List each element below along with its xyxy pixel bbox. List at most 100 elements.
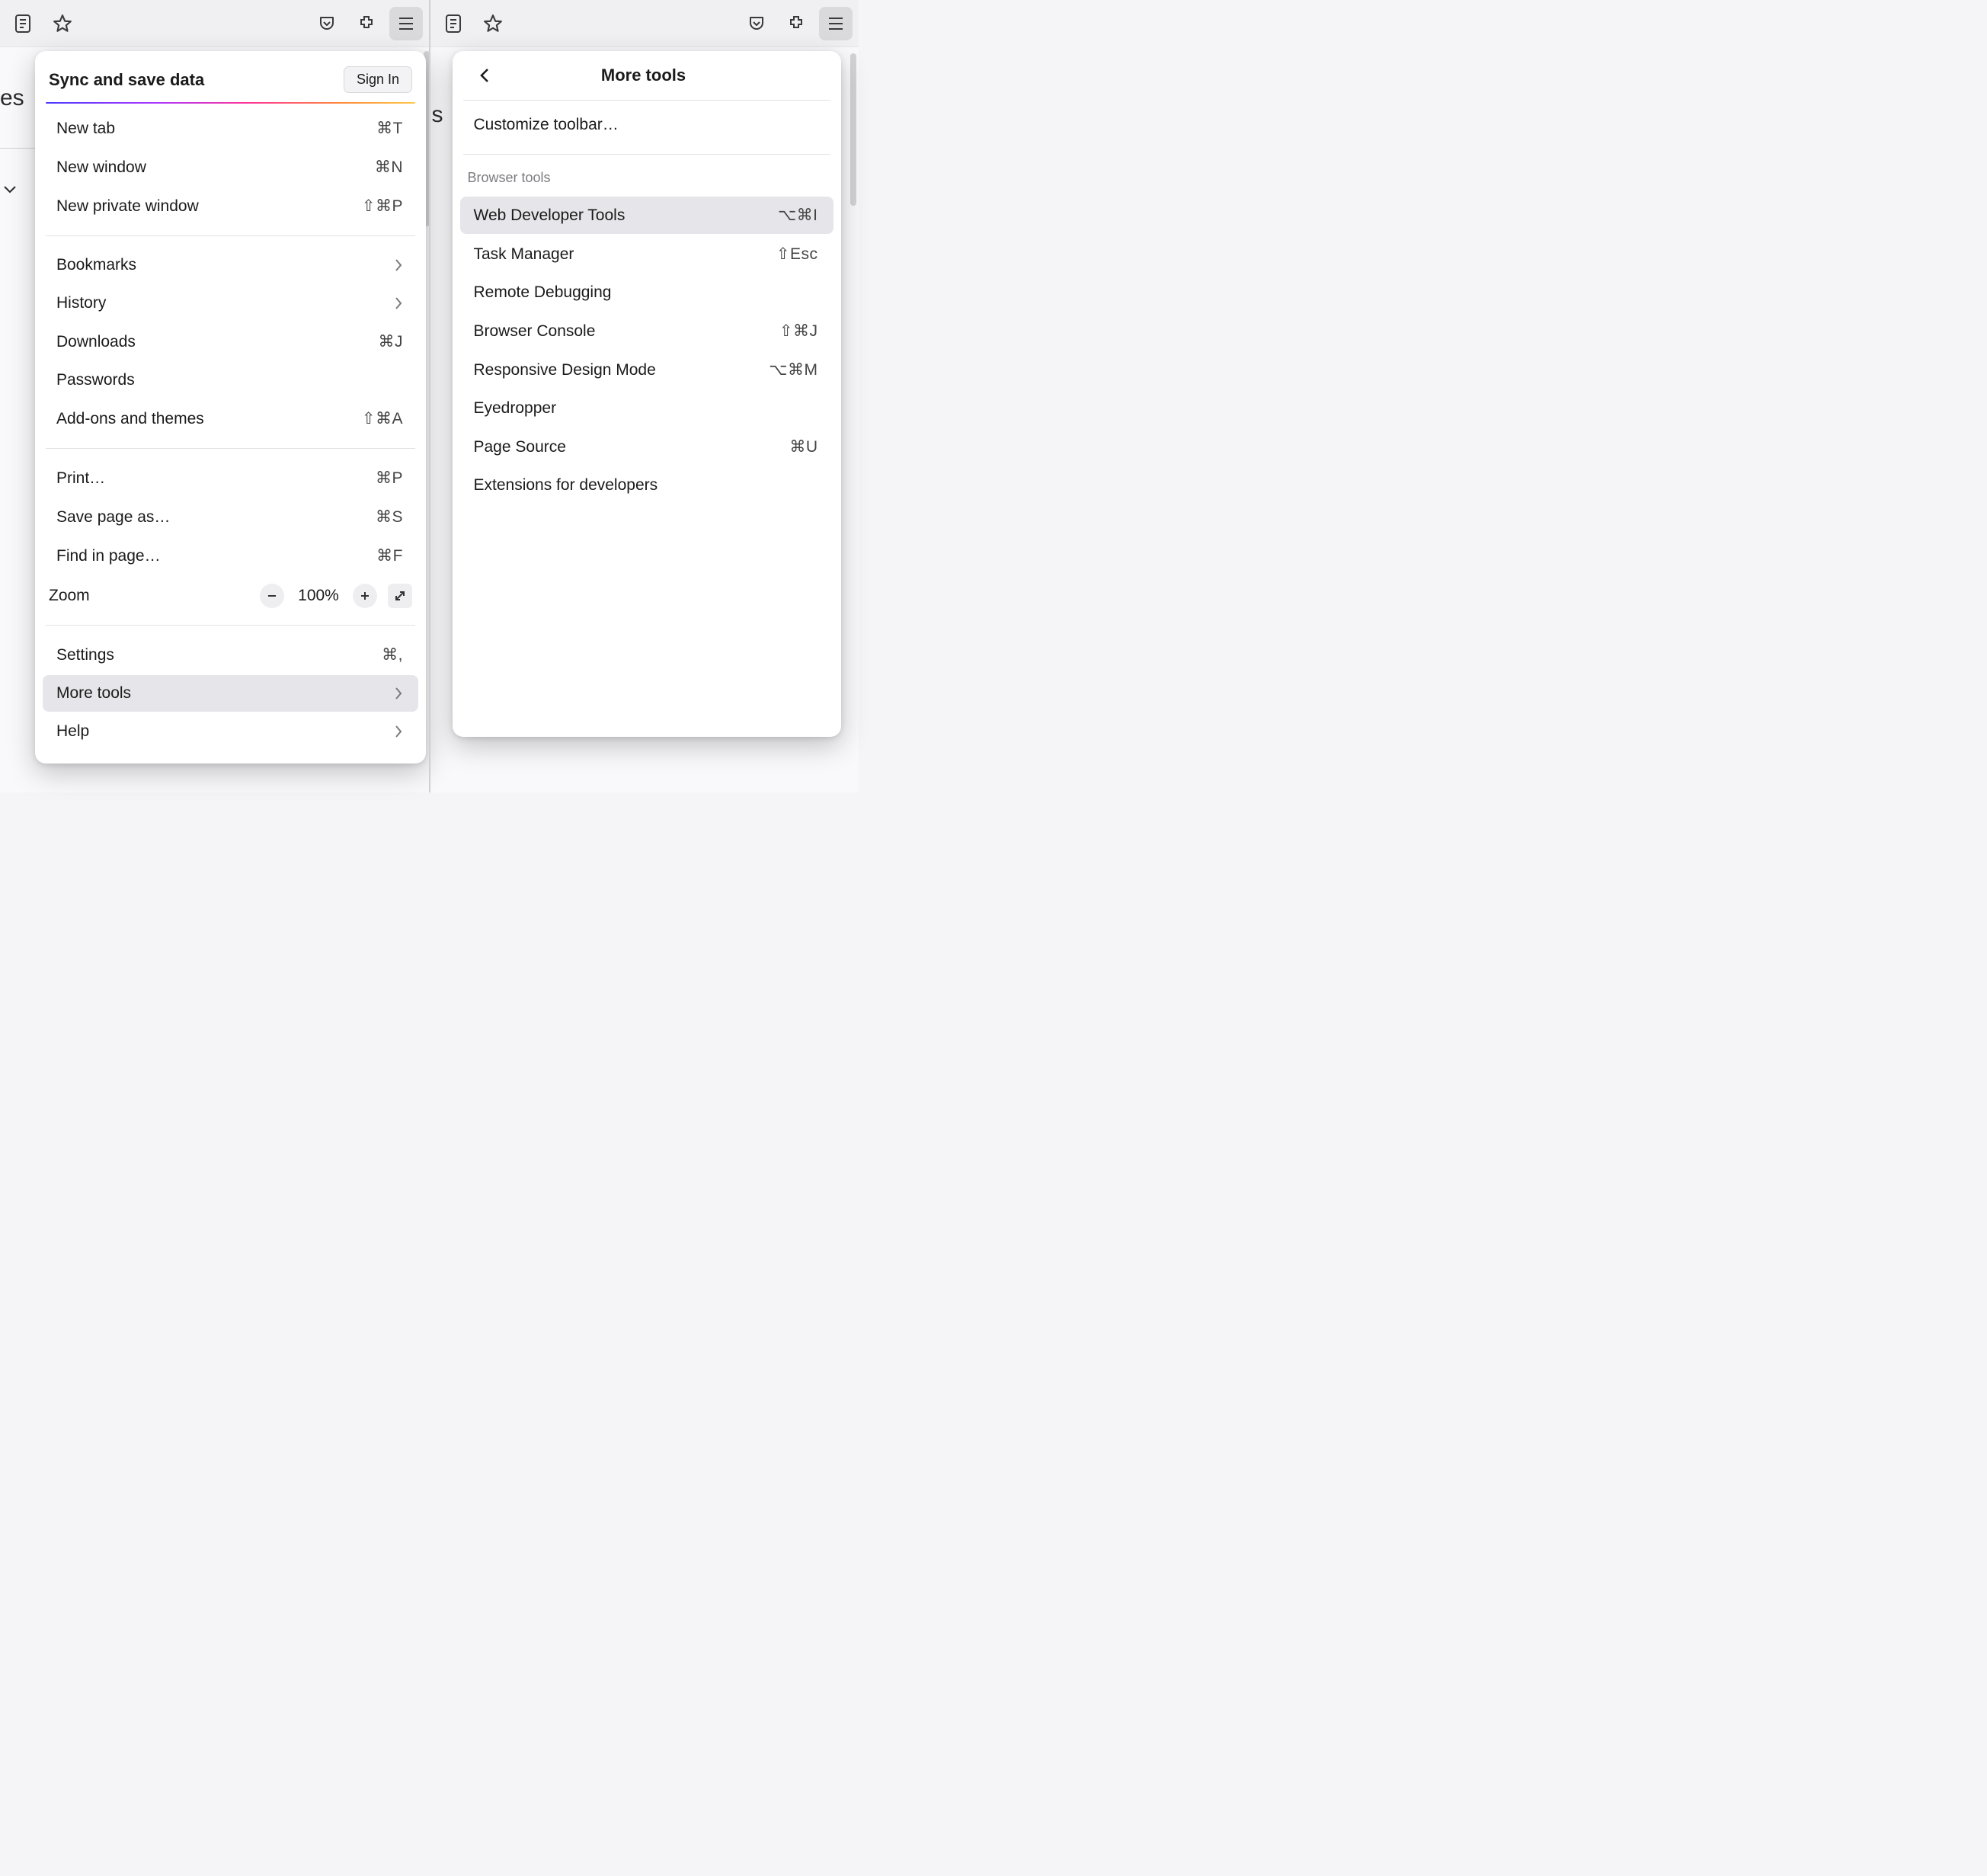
menu-separator	[46, 235, 415, 236]
submenu-title: More tools	[497, 66, 791, 85]
pocket-icon[interactable]	[310, 7, 344, 40]
menu-item-label: Eyedropper	[474, 399, 818, 418]
reader-view-icon[interactable]	[6, 7, 40, 40]
menu-responsive-design-mode[interactable]: Responsive Design Mode ⌥⌘M	[460, 351, 834, 389]
shortcut-text: ⌘S	[376, 507, 403, 527]
pocket-icon[interactable]	[740, 7, 773, 40]
shortcut-text: ⌥⌘M	[769, 360, 818, 379]
background-text-fragment: es	[0, 85, 24, 111]
bookmark-star-icon[interactable]	[476, 7, 510, 40]
menu-new-window[interactable]: New window ⌘N	[43, 149, 418, 186]
shortcut-text: ⌘P	[376, 469, 403, 488]
hamburger-menu-icon[interactable]	[819, 7, 853, 40]
shortcut-text: ⌘U	[789, 437, 818, 456]
bookmark-star-icon[interactable]	[46, 7, 79, 40]
zoom-in-button[interactable]	[353, 584, 377, 608]
sign-in-button[interactable]: Sign In	[344, 66, 412, 93]
fullscreen-button[interactable]	[388, 584, 412, 608]
chevron-right-icon	[394, 725, 403, 738]
menu-remote-debugging[interactable]: Remote Debugging	[460, 274, 834, 311]
background-chevron-icon	[3, 184, 17, 194]
menu-item-label: New private window	[56, 197, 362, 216]
menu-task-manager[interactable]: Task Manager ⇧Esc	[460, 235, 834, 273]
menu-item-label: Find in page…	[56, 547, 376, 565]
shortcut-text: ⇧⌘J	[779, 322, 818, 341]
shortcut-text: ⌘F	[376, 546, 403, 565]
menu-item-label: Task Manager	[474, 245, 776, 264]
menu-downloads[interactable]: Downloads ⌘J	[43, 323, 418, 360]
browser-toolbar-right	[430, 0, 859, 47]
menu-browser-console[interactable]: Browser Console ⇧⌘J	[460, 312, 834, 350]
chevron-right-icon	[394, 296, 403, 310]
menu-item-label: Customize toolbar…	[474, 116, 818, 134]
menu-item-label: Browser Console	[474, 322, 779, 341]
menu-history[interactable]: History	[43, 285, 418, 322]
sync-title: Sync and save data	[49, 70, 204, 90]
menu-item-label: Settings	[56, 646, 382, 664]
shortcut-text: ⌘,	[382, 645, 403, 664]
menu-save-page-as[interactable]: Save page as… ⌘S	[43, 498, 418, 536]
shortcut-text: ⇧⌘A	[362, 409, 403, 428]
menu-separator	[46, 448, 415, 449]
back-button[interactable]	[472, 63, 497, 88]
menu-new-private-window[interactable]: New private window ⇧⌘P	[43, 187, 418, 225]
menu-item-label: Add-ons and themes	[56, 410, 362, 428]
shortcut-text: ⇧⌘P	[362, 197, 403, 216]
sync-header: Sync and save data Sign In	[35, 51, 426, 102]
menu-item-label: Bookmarks	[56, 256, 394, 274]
menu-item-label: Print…	[56, 469, 376, 488]
menu-passwords[interactable]: Passwords	[43, 362, 418, 399]
menu-item-label: Downloads	[56, 333, 379, 351]
shortcut-text: ⌘T	[376, 119, 403, 138]
hamburger-menu-icon[interactable]	[389, 7, 423, 40]
background-text-fragment: s	[432, 102, 443, 128]
menu-zoom-row: Zoom 100%	[35, 576, 426, 616]
menu-item-label: Web Developer Tools	[474, 206, 778, 225]
right-pane: s More tools Customize toolbar… Browser …	[429, 0, 859, 792]
shortcut-text: ⌘J	[379, 332, 404, 351]
shortcut-text: ⌘N	[375, 158, 403, 177]
menu-item-label: Remote Debugging	[474, 283, 818, 302]
chevron-right-icon	[394, 687, 403, 700]
scrollbar-track[interactable]	[850, 53, 856, 206]
menu-item-label: More tools	[56, 684, 394, 703]
zoom-out-button[interactable]	[260, 584, 284, 608]
shortcut-text: ⌥⌘I	[778, 206, 818, 225]
menu-item-label: Extensions for developers	[474, 476, 818, 495]
menu-more-tools[interactable]: More tools	[43, 675, 418, 712]
left-pane: es Sync and save data Sign In New tab ⌘T…	[0, 0, 429, 792]
menu-extensions-for-developers[interactable]: Extensions for developers	[460, 467, 834, 504]
menu-find-in-page[interactable]: Find in page… ⌘F	[43, 537, 418, 575]
menu-item-label: History	[56, 294, 394, 312]
menu-settings[interactable]: Settings ⌘,	[43, 636, 418, 674]
menu-eyedropper[interactable]: Eyedropper	[460, 390, 834, 427]
menu-addons-themes[interactable]: Add-ons and themes ⇧⌘A	[43, 400, 418, 437]
menu-item-label: New tab	[56, 120, 376, 138]
menu-web-developer-tools[interactable]: Web Developer Tools ⌥⌘I	[460, 197, 834, 234]
extensions-icon[interactable]	[779, 7, 813, 40]
menu-help[interactable]: Help	[43, 713, 418, 750]
menu-bookmarks[interactable]: Bookmarks	[43, 247, 418, 283]
zoom-label: Zoom	[49, 587, 249, 605]
menu-customize-toolbar[interactable]: Customize toolbar…	[460, 107, 834, 143]
menu-item-label: Passwords	[56, 371, 403, 389]
menu-item-label: Help	[56, 722, 394, 741]
menu-page-source[interactable]: Page Source ⌘U	[460, 428, 834, 466]
chevron-right-icon	[394, 258, 403, 272]
menu-separator	[46, 625, 415, 626]
extensions-icon[interactable]	[350, 7, 383, 40]
shortcut-text: ⇧Esc	[776, 245, 818, 264]
section-heading: Browser tools	[453, 159, 841, 190]
menu-item-label: Page Source	[474, 438, 790, 456]
reader-view-icon[interactable]	[437, 7, 470, 40]
menu-new-tab[interactable]: New tab ⌘T	[43, 110, 418, 147]
menu-print[interactable]: Print… ⌘P	[43, 459, 418, 497]
menu-item-label: New window	[56, 158, 375, 177]
menu-item-label: Responsive Design Mode	[474, 361, 770, 379]
menu-separator	[463, 154, 830, 155]
menu-item-label: Save page as…	[56, 508, 376, 527]
more-tools-submenu-popup: More tools Customize toolbar… Browser to…	[453, 51, 841, 737]
zoom-percent: 100%	[295, 587, 342, 605]
application-menu-popup: Sync and save data Sign In New tab ⌘T Ne…	[35, 51, 426, 764]
browser-toolbar-left	[0, 0, 429, 47]
